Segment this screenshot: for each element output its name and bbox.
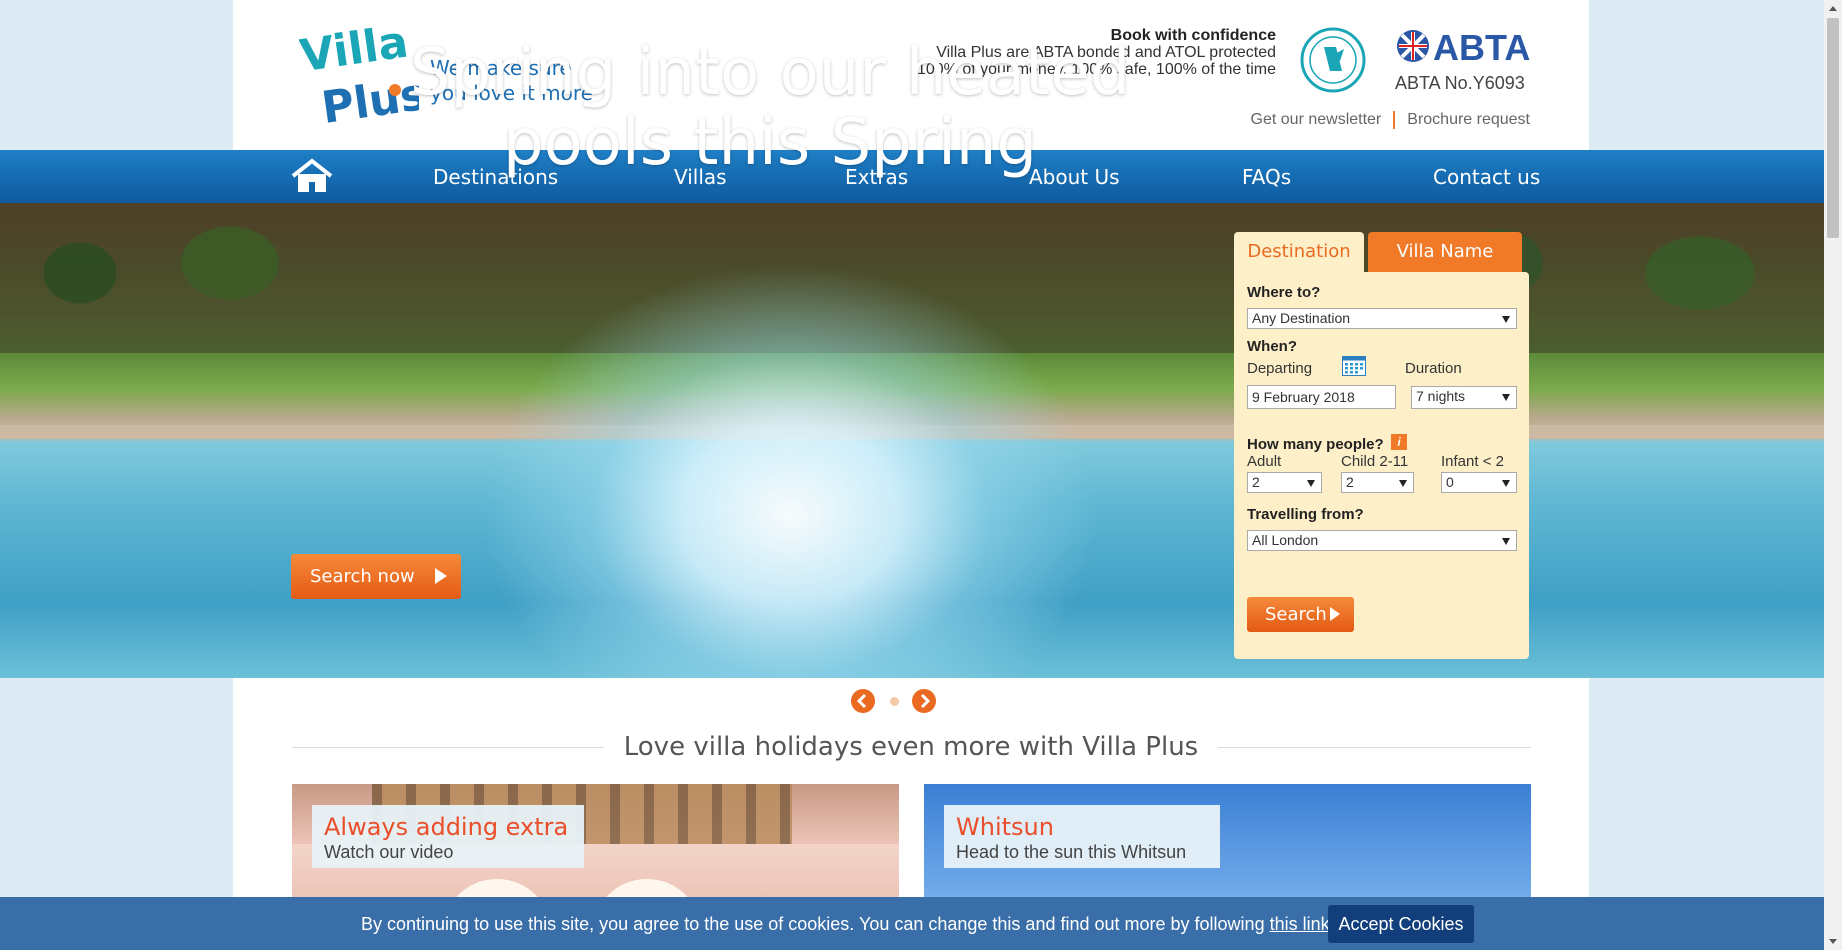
search-panel: Where to? Any Destination When? Departin… [1234,272,1529,659]
dropdown-caret-icon [1502,538,1510,545]
card-subtitle: Watch our video [324,842,454,862]
hero-banner[interactable] [0,203,1842,678]
search-now-button[interactable]: Search now [291,554,461,599]
scroll-up-icon[interactable] [1829,6,1837,11]
card-title: Always adding extra [324,813,569,841]
calendar-icon[interactable] [1342,356,1366,376]
dropdown-caret-icon [1399,480,1407,487]
nav-faqs[interactable]: FAQs [1242,165,1291,189]
card-label: Whitsun Head to the sun this Whitsun [944,805,1220,868]
dropdown-caret-icon [1307,480,1315,487]
abta-logo: ABTA [1397,27,1530,67]
tab-villa-name[interactable]: Villa Name [1368,232,1522,272]
cookie-policy-link[interactable]: this link [1270,914,1330,934]
cookie-message: By continuing to use this site, you agre… [361,914,1335,935]
top-links: Get our newsletter Brochure request [1251,111,1530,129]
infant-label: Infant < 2 [1441,453,1504,470]
duration-label: Duration [1405,360,1462,377]
hero-title: Spring into our heated pools this Spring [380,38,1160,178]
search-now-label: Search now [310,566,415,587]
duration-select[interactable]: 7 nights [1411,386,1517,409]
play-arrow-icon [435,568,447,584]
brochure-link[interactable]: Brochure request [1407,111,1530,128]
info-icon[interactable]: i [1391,434,1407,450]
child-value: 2 [1346,474,1354,490]
dropdown-caret-icon [1502,480,1510,487]
carousel-dot[interactable] [890,697,899,706]
card-label: Always adding extra Watch our video [312,805,584,868]
carousel-next-button[interactable] [912,689,936,713]
play-arrow-icon [1330,607,1340,621]
abta-wordmark: ABTA [1433,27,1530,67]
search-button[interactable]: Search [1247,597,1354,632]
where-label: Where to? [1247,284,1321,301]
accept-cookies-button[interactable]: Accept Cookies [1328,905,1474,943]
destination-select[interactable]: Any Destination [1247,308,1517,329]
from-label: Travelling from? [1247,506,1364,523]
atol-protected-logo [1300,27,1366,93]
link-divider [1393,111,1396,129]
adult-value: 2 [1252,474,1260,490]
destination-value: Any Destination [1252,310,1351,326]
tab-destination[interactable]: Destination [1234,232,1364,272]
cookie-text: By continuing to use this site, you agre… [361,914,1270,934]
newsletter-link[interactable]: Get our newsletter [1251,111,1382,128]
card-subtitle: Head to the sun this Whitsun [956,842,1187,862]
people-label: How many people? [1247,436,1384,453]
departure-airport-select[interactable]: All London [1247,530,1517,551]
hero-title-line2: pools this Spring [502,106,1038,180]
carousel-prev-button[interactable] [851,689,875,713]
cookie-bar: By continuing to use this site, you agre… [0,897,1824,950]
hero-title-line1: Spring into our heated [409,36,1131,110]
child-select[interactable]: 2 [1341,472,1414,493]
scroll-down-icon[interactable] [1829,939,1837,944]
adult-select[interactable]: 2 [1247,472,1322,493]
infant-value: 0 [1446,474,1454,490]
infant-select[interactable]: 0 [1441,472,1517,493]
chevron-left-icon [856,693,867,709]
dropdown-caret-icon [1502,316,1510,323]
search-button-label: Search [1265,604,1327,625]
adult-label: Adult [1247,453,1282,470]
when-label: When? [1247,338,1297,355]
from-value: All London [1252,532,1319,548]
card-title: Whitsun [956,813,1054,841]
section-title: Love villa holidays even more with Villa… [623,732,1199,762]
page-scrollbar[interactable] [1824,0,1842,950]
abta-number: ABTA No.Y6093 [1395,73,1525,93]
home-icon[interactable] [291,158,333,194]
departing-input[interactable]: 9 February 2018 [1247,385,1396,409]
scrollbar-thumb[interactable] [1827,18,1839,238]
departing-label: Departing [1247,360,1313,377]
dropdown-caret-icon [1502,394,1510,401]
nav-contact-us[interactable]: Contact us [1433,165,1540,189]
pool-splash [480,263,1100,678]
duration-value: 7 nights [1416,388,1466,404]
child-label: Child 2-11 [1341,453,1409,470]
chevron-right-icon [920,693,931,709]
